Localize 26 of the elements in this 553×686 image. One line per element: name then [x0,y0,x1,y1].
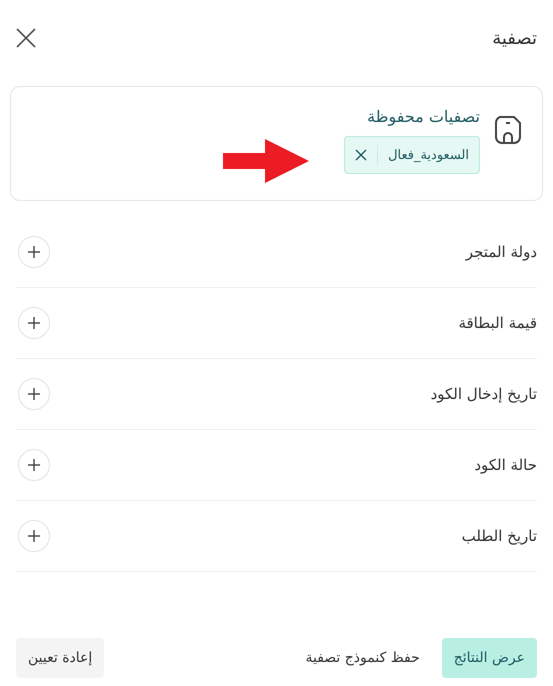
filter-section-label[interactable]: تاريخ إدخال الكود [430,385,537,403]
chip-label: السعودية_فعال [388,148,469,162]
plus-icon [27,245,41,259]
close-button[interactable] [16,28,36,48]
close-icon [16,28,36,48]
filter-section-label[interactable]: قيمة البطاقة [458,314,537,332]
saved-filter-chip[interactable]: السعودية_فعال [344,136,480,174]
expand-button[interactable] [18,378,50,410]
remove-chip-button[interactable] [355,149,368,161]
expand-button[interactable] [18,307,50,339]
save-template-button[interactable]: حفظ كنموذج تصفية [293,638,432,678]
plus-icon [27,387,41,401]
show-results-button[interactable]: عرض النتائج [442,638,537,678]
saved-filters-title: تصفيات محفوظة [367,107,480,126]
plus-icon [27,316,41,330]
expand-button[interactable] [18,236,50,268]
filter-section-label[interactable]: دولة المتجر [466,243,537,261]
expand-button[interactable] [18,449,50,481]
filter-section-label[interactable]: تاريخ الطلب [462,527,537,545]
reset-button[interactable]: إعادة تعيين [16,638,104,678]
panel-title: تصفية [492,28,537,48]
filter-section-label[interactable]: حالة الكود [474,456,537,474]
plus-icon [27,458,41,472]
expand-button[interactable] [18,520,50,552]
plus-icon [27,529,41,543]
close-icon [355,149,368,161]
